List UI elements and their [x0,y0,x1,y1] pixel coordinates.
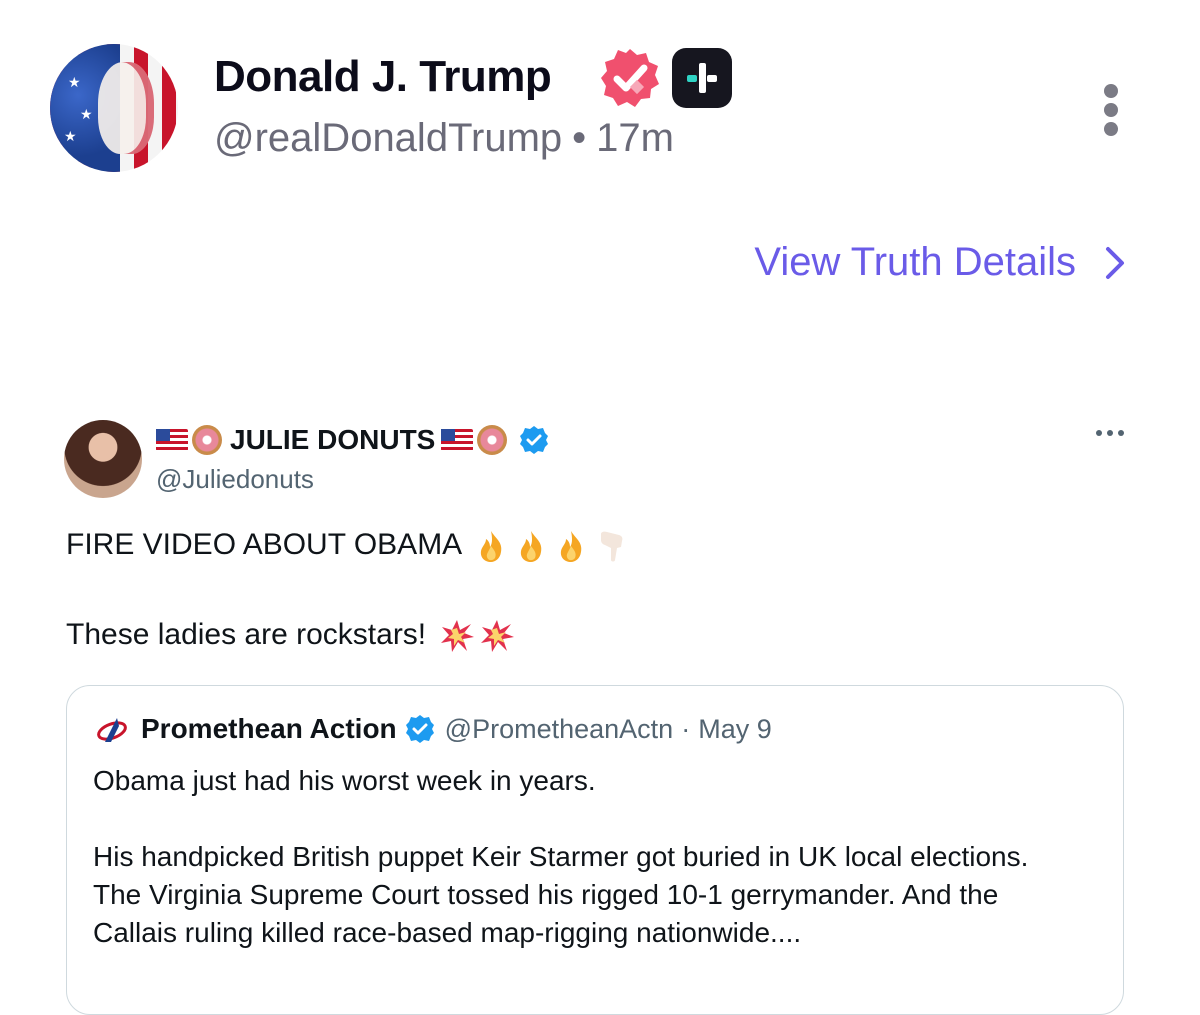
star-icon: ★ [80,106,93,122]
tweet-line-1: FIRE VIDEO ABOUT OBAMA [66,528,461,561]
timestamp[interactable]: 17m [596,116,674,160]
tweet-text-line: These ladies are rockstars! [66,618,1146,654]
separator: · [681,713,691,744]
tweet-text-line: FIRE VIDEO ABOUT OBAMA [66,528,1146,564]
donut-icon [192,425,222,455]
quote-text-line: His handpicked British puppet Keir Starm… [93,841,1029,872]
verified-badge-icon [601,49,659,107]
display-name[interactable]: Donald J. Trump [214,52,552,102]
kebab-menu-icon[interactable] [1100,84,1124,136]
fire-icon [480,531,502,563]
handle-line: @realDonaldTrump • 17m [214,116,674,161]
blue-check-icon [405,715,434,743]
quote-header: Promethean Action @PrometheanActn · May … [95,712,772,746]
quote-date[interactable]: May 9 [698,714,772,745]
avatar[interactable] [64,420,142,498]
quote-handle[interactable]: @PrometheanActn [445,714,674,745]
avatar-face [98,62,154,154]
view-truth-details-link[interactable]: View Truth Details [754,240,1126,285]
quote-text-line: Obama just had his worst week in years. [93,765,596,796]
quote-text-line: Callais ruling killed race-based map-rig… [93,917,802,948]
blue-check-icon [520,426,549,454]
chevron-right-icon [1106,246,1124,279]
tweet-author-name: JULIE DONUTS [230,424,436,455]
us-flag-icon [156,429,188,451]
handle[interactable]: @realDonaldTrump [214,116,562,160]
separator: • [572,116,587,160]
us-flag-icon [441,429,474,451]
fire-icon [560,531,582,563]
tweet-line-2: These ladies are rockstars! [66,618,427,651]
quoted-tweet-card[interactable]: Promethean Action @PrometheanActn · May … [66,685,1124,1015]
collision-icon [440,620,474,653]
tweet-display-name[interactable]: JULIE DONUTS [156,424,549,456]
view-details-label: View Truth Details [754,240,1076,284]
star-icon: ★ [68,74,81,90]
quote-author-name[interactable]: Promethean Action [141,713,397,745]
donut-icon [477,425,508,455]
promethean-logo-icon [97,718,127,742]
tweet-handle[interactable]: @Juliedonuts [156,464,314,495]
collision-icon [480,620,514,653]
truth-header: ★ ★ ★ Donald J. Trump @realDonaldTrump • 1… [0,0,1200,200]
fire-icon [520,531,542,563]
truth-plus-icon [672,48,732,108]
avatar[interactable]: ★ ★ ★ [50,44,178,172]
star-icon: ★ [64,128,77,144]
more-horizontal-icon[interactable] [1096,430,1126,438]
quote-text-line: The Virginia Supreme Court tossed his ri… [93,879,999,910]
pointing-down-icon [600,531,623,562]
